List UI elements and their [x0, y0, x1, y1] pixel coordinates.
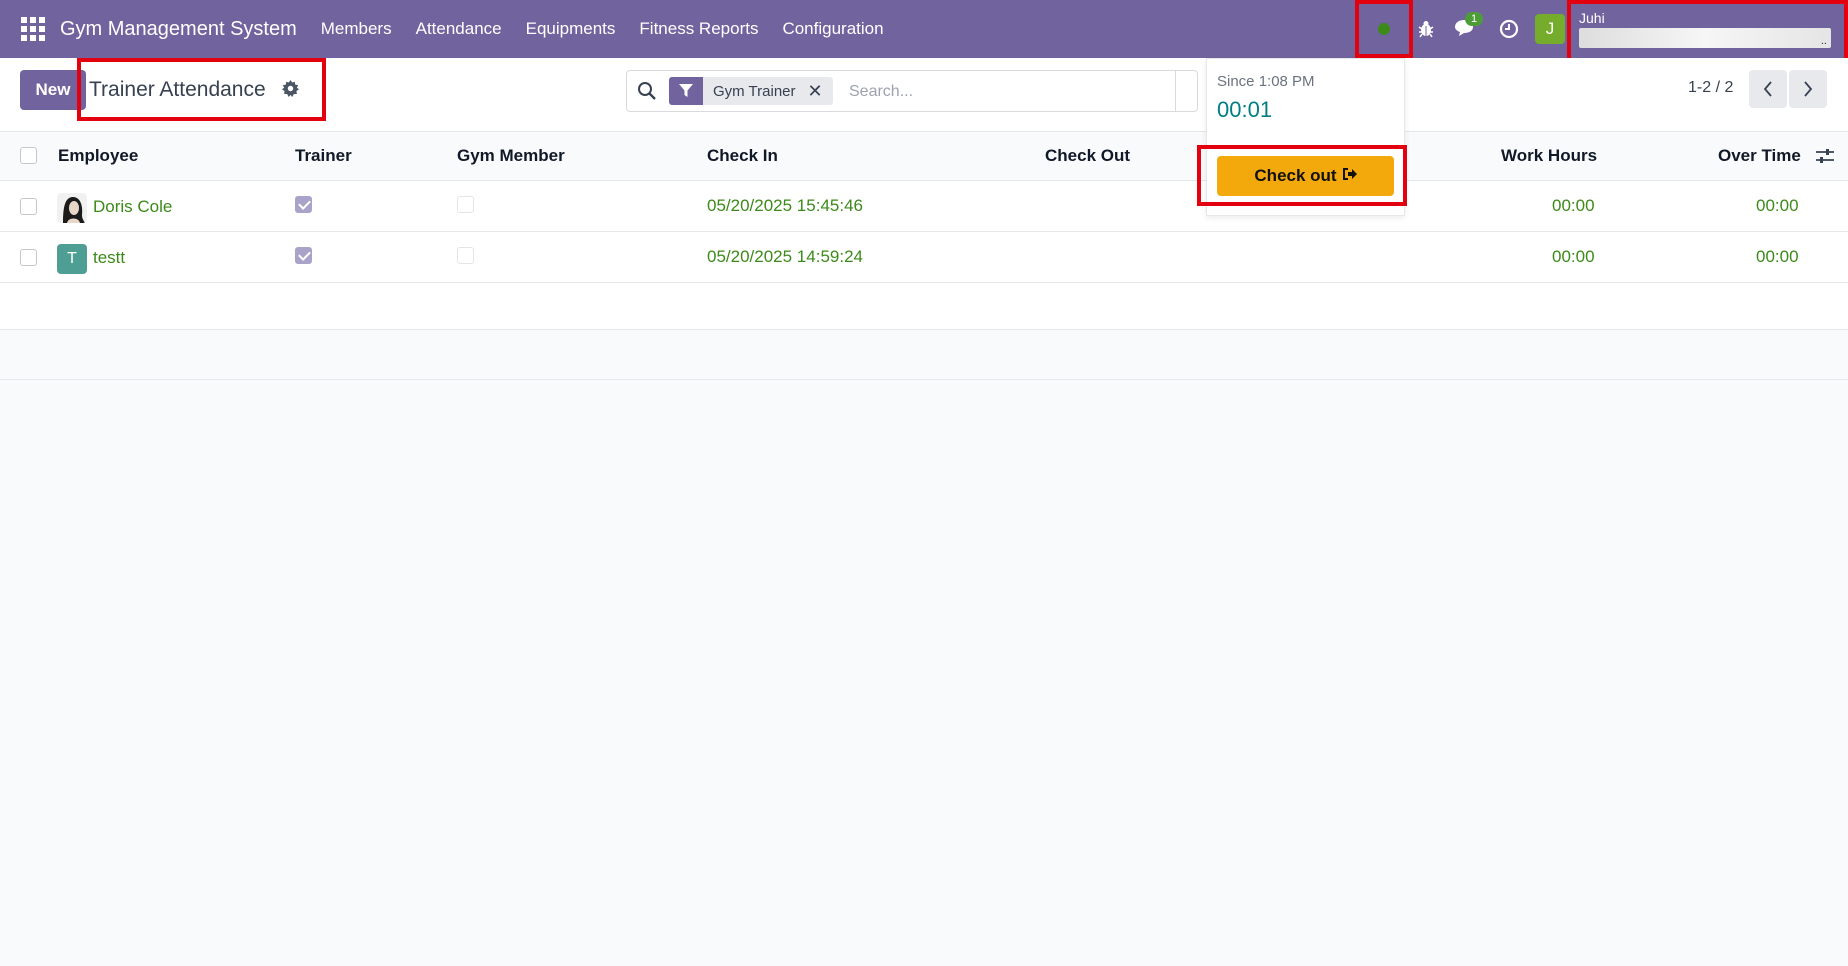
attendance-list: Employee Trainer Gym Member Check In Che… — [0, 132, 1848, 380]
employee-name[interactable]: testt — [93, 248, 125, 268]
user-name: Juhi — [1579, 10, 1605, 26]
work-hours-value: 00:00 — [1552, 196, 1595, 215]
menu-item-fitness-reports[interactable]: Fitness Reports — [627, 19, 770, 39]
col-gym-member[interactable]: Gym Member — [457, 146, 565, 166]
table-row[interactable]: Doris Cole 05/20/2025 15:45:46 00:00 00:… — [0, 181, 1848, 232]
trainer-checkbox — [295, 196, 312, 213]
facet-label: Gym Trainer — [713, 82, 796, 100]
gear-icon[interactable] — [282, 80, 299, 97]
menu-item-attendance[interactable]: Attendance — [404, 19, 514, 39]
clock-icon[interactable] — [1492, 0, 1526, 58]
app-brand[interactable]: Gym Management System — [60, 18, 297, 41]
chat-count-badge: 1 — [1465, 12, 1484, 26]
main-menu: Members Attendance Equipments Fitness Re… — [309, 19, 896, 39]
facet-remove-icon[interactable]: ✕ — [806, 81, 833, 102]
search-input[interactable] — [849, 81, 1169, 103]
gym-member-checkbox — [457, 247, 474, 264]
check-out-label: Check out — [1254, 166, 1337, 185]
check-out-button[interactable]: Check out — [1217, 156, 1394, 196]
col-check-out[interactable]: Check Out — [1045, 146, 1130, 166]
col-work-hours[interactable]: Work Hours — [1501, 146, 1597, 166]
table-header: Employee Trainer Gym Member Check In Che… — [0, 132, 1848, 181]
sign-out-icon — [1342, 166, 1357, 186]
over-time-value: 00:00 — [1756, 196, 1799, 215]
user-avatar[interactable]: J — [1535, 14, 1565, 44]
presence-dot-icon — [1378, 23, 1390, 35]
table-footer-row — [0, 330, 1848, 380]
search-icon[interactable] — [637, 81, 657, 101]
table-empty-row — [0, 283, 1848, 330]
page-title: Trainer Attendance — [89, 78, 266, 101]
menu-item-members[interactable]: Members — [309, 19, 404, 39]
chevron-right-icon — [1804, 81, 1813, 97]
menu-item-configuration[interactable]: Configuration — [770, 19, 895, 39]
top-navbar: Gym Management System Members Attendance… — [0, 0, 1848, 62]
col-trainer[interactable]: Trainer — [295, 146, 352, 166]
work-hours-value: 00:00 — [1552, 247, 1595, 266]
chat-icon[interactable]: 1 — [1442, 0, 1488, 58]
employee-name[interactable]: Doris Cole — [93, 197, 172, 217]
user-menu[interactable]: Juhi .. — [1567, 0, 1848, 62]
filter-icon — [669, 77, 703, 105]
col-employee[interactable]: Employee — [58, 146, 138, 166]
bug-icon[interactable] — [1410, 0, 1442, 58]
select-all-checkbox[interactable] — [20, 147, 37, 164]
row-checkbox[interactable] — [20, 198, 37, 215]
col-check-in[interactable]: Check In — [707, 146, 778, 166]
search-options-toggle[interactable] — [1175, 71, 1199, 111]
pager-previous-button[interactable] — [1749, 70, 1787, 108]
pager-value[interactable]: 1-2 / 2 — [1688, 79, 1733, 97]
elapsed-timer: 00:01 — [1217, 97, 1273, 122]
gym-member-checkbox — [457, 196, 474, 213]
check-in-value: 05/20/2025 15:45:46 — [707, 196, 863, 215]
pager-next-button[interactable] — [1789, 70, 1827, 108]
employee-avatar: T — [57, 244, 87, 274]
table-row[interactable]: T testt 05/20/2025 14:59:24 00:00 00:00 — [0, 232, 1848, 283]
col-over-time[interactable]: Over Time — [1718, 146, 1801, 166]
check-in-value: 05/20/2025 14:59:24 — [707, 247, 863, 266]
attendance-presence-toggle[interactable] — [1355, 0, 1413, 58]
apps-grid-icon[interactable] — [18, 14, 48, 44]
user-company-redacted: .. — [1579, 28, 1831, 48]
menu-item-equipments[interactable]: Equipments — [514, 19, 628, 39]
employee-avatar — [57, 193, 87, 223]
over-time-value: 00:00 — [1756, 247, 1799, 266]
chevron-left-icon — [1763, 81, 1772, 97]
filter-facet: Gym Trainer ✕ — [669, 77, 833, 105]
trainer-checkbox — [295, 247, 312, 264]
search-bar: Gym Trainer ✕ — [626, 70, 1198, 112]
since-label: Since 1:08 PM — [1217, 73, 1315, 90]
sliders-icon[interactable] — [1816, 148, 1834, 169]
row-checkbox[interactable] — [20, 249, 37, 266]
